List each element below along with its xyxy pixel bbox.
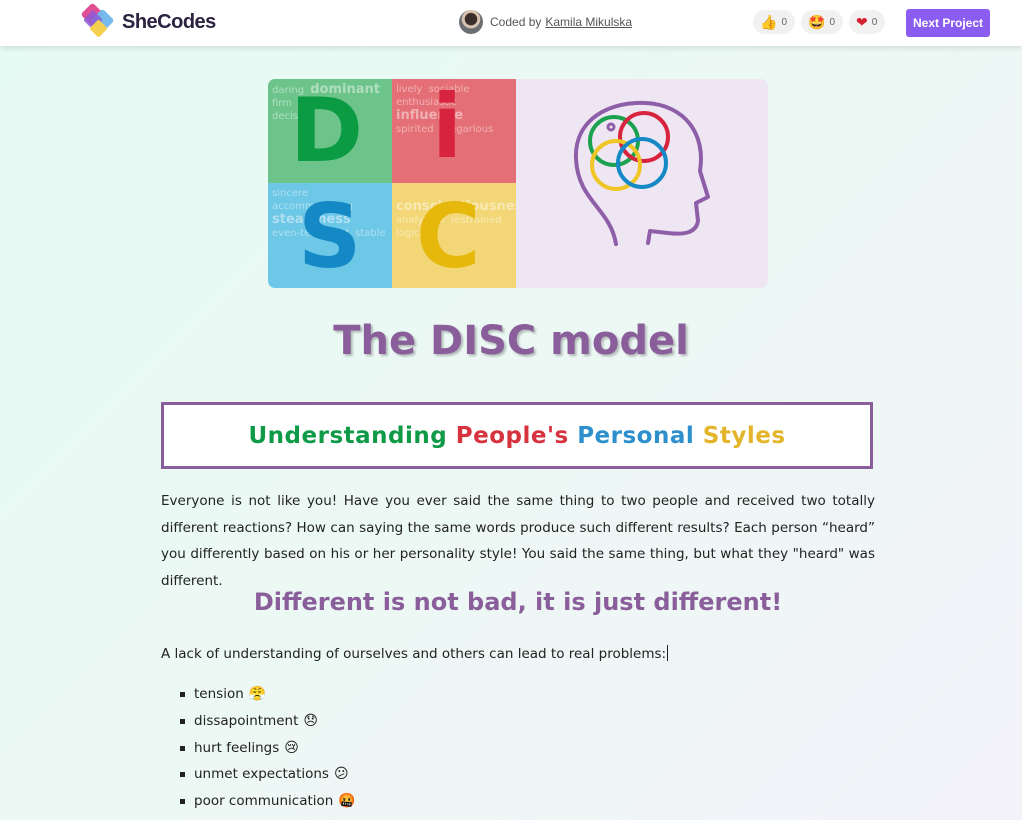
next-project-button[interactable]: Next Project [906,9,990,37]
heart-reaction-button[interactable]: ❤ 0 [849,10,886,34]
problems-lead-text: A lack of understanding of ourselves and… [161,646,667,662]
like-count: 0 [781,16,787,28]
shecodes-logo-icon [80,2,120,40]
heart-count: 0 [871,16,878,28]
disc-quadrant-s: sincere accommodating steadiness even-te… [268,183,392,288]
hero-word: firm [272,98,292,109]
disc-quadrant-d: daring dominant firm direct decisive D [268,79,392,183]
disc-letter-i: i [432,79,463,178]
head-with-circles-icon [573,100,710,246]
reactions: 👍 0 🤩 0 ❤ 0 [753,10,886,34]
disc-quadrant-c: conscientiousness analytical restrained … [392,183,516,288]
list-item: poor communication 🤬 [177,789,356,816]
star-struck-reaction-button[interactable]: 🤩 0 [801,10,843,34]
heart-icon: ❤ [856,14,868,30]
subtitle-box: Understanding People's Personal Styles [161,402,873,469]
intro-paragraph: Everyone is not like you! Have you ever … [161,493,875,589]
subtitle-word: Styles [702,422,786,449]
shecodes-logo[interactable]: SheCodes [80,2,216,40]
problems-lead: A lack of understanding of ourselves and… [161,645,669,662]
brand-name: SheCodes [122,10,216,33]
disc-quadrant-i: lively sociable enthusiastic influence s… [392,79,516,183]
problem-text: hurt feelings [194,739,280,756]
list-item: tension 😤 [177,682,356,709]
disappointed-emoji-icon: 😞 [303,712,319,729]
subtitle-word: People's [455,422,569,449]
author-credit: Coded by Kamila Mikulska [459,10,632,34]
hero-word: lively [396,84,423,95]
list-item: unmet expectations 😕 [177,762,356,789]
problem-text: dissapointment [194,712,299,729]
disc-letter-c: C [416,185,481,288]
subtitle-word: Personal [577,422,695,449]
hero-word: spirited [396,124,434,135]
tension-emoji-icon: 😤 [248,686,267,702]
subtitle-word: Understanding [248,422,448,449]
section-heading: Different is not bad, it is just differe… [253,588,783,616]
confused-emoji-icon: 😕 [333,766,349,783]
page-title: The DISC model [333,318,689,364]
problem-text: unmet expectations [194,766,329,783]
star-struck-count: 0 [829,16,835,28]
angry-emoji-icon: 🤬 [338,793,356,810]
text-caret [667,645,669,661]
problem-text: poor communication [194,793,334,810]
sad-emoji-icon: 😢 [284,739,299,756]
coded-by-label: Coded by [490,15,542,29]
list-item: hurt feelings 😢 [177,736,356,763]
disc-letter-d: D [290,79,364,182]
disc-hero-image: daring dominant firm direct decisive D l… [268,79,768,288]
top-bar: SheCodes Coded by Kamila Mikulska 👍 0 🤩 … [0,0,1022,46]
list-item: dissapointment 😞 [177,709,356,736]
avatar [459,10,483,34]
like-reaction-button[interactable]: 👍 0 [753,10,795,34]
problems-list: tension 😤 dissapointment 😞 hurt feelings 😢 … [177,682,356,816]
star-struck-icon: 🤩 [808,14,826,30]
thumbs-up-icon: 👍 [760,14,778,30]
problem-text: tension [194,686,244,702]
author-link[interactable]: Kamila Mikulska [545,15,632,29]
disc-letter-s: S [298,185,362,288]
